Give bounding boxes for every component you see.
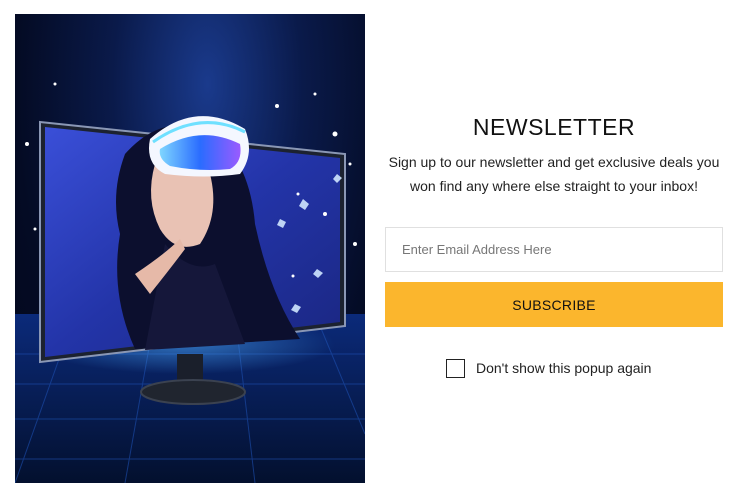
vr-monitor-illustration (15, 82, 365, 483)
dont-show-again-option[interactable]: Don't show this popup again (446, 357, 651, 379)
newsletter-description: Sign up to our newsletter and get exclus… (388, 154, 720, 194)
newsletter-title: NEWSLETTER (472, 114, 636, 140)
newsletter-form: NEWSLETTER Sign up to our newsletter and… (385, 0, 723, 496)
dont-show-checkbox[interactable] (446, 358, 465, 378)
email-input[interactable] (385, 227, 723, 272)
dont-show-label: Don't show this popup again (476, 360, 652, 376)
promo-image (15, 14, 365, 483)
newsletter-popup: NEWSLETTER Sign up to our newsletter and… (0, 0, 736, 496)
subscribe-button[interactable]: SUBSCRIBE (385, 282, 723, 327)
